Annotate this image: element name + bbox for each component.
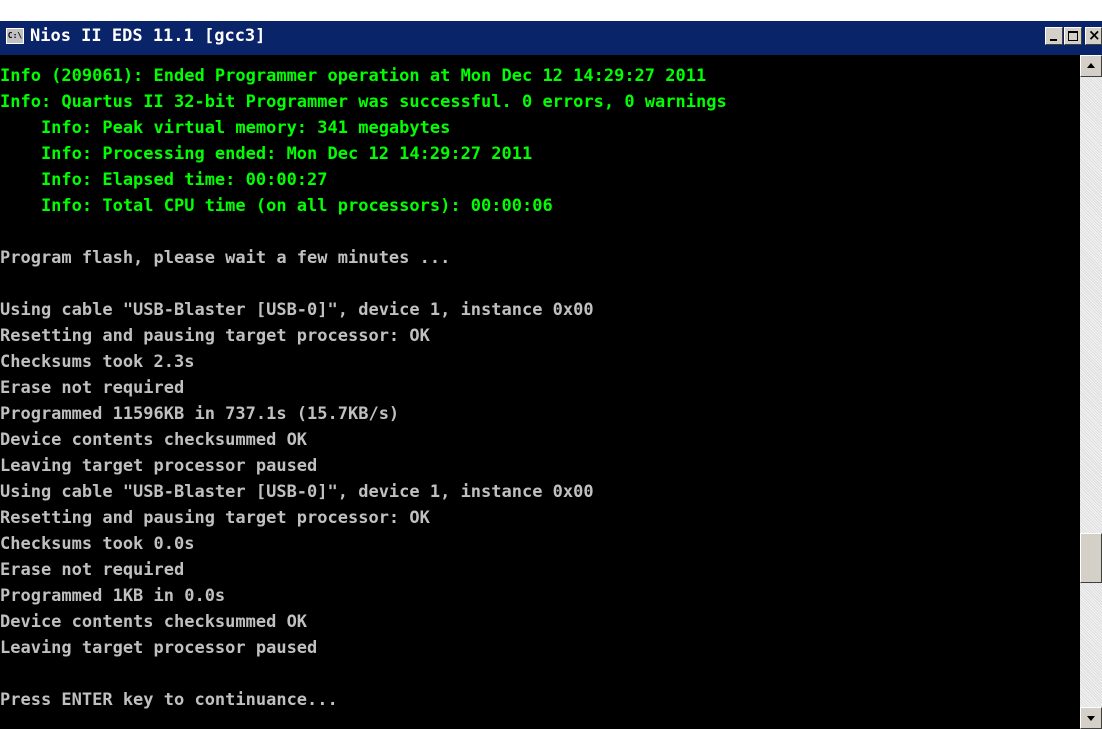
console-line: Program flash, please wait a few minutes… — [0, 248, 451, 268]
scroll-thumb[interactable] — [1080, 533, 1102, 583]
console-line: Checksums took 2.3s — [0, 352, 195, 372]
console-line: Info: Processing ended: Mon Dec 12 14:29… — [0, 144, 533, 164]
console-line: Leaving target processor paused — [0, 456, 318, 476]
minimize-button[interactable] — [1045, 27, 1063, 45]
vertical-scrollbar[interactable] — [1080, 55, 1102, 729]
console-line: Leaving target processor paused — [0, 638, 318, 658]
console-line: Info (209061): Ended Programmer operatio… — [0, 66, 707, 86]
console-line: Resetting and pausing target processor: … — [0, 508, 430, 528]
close-button[interactable]: × — [1085, 26, 1102, 45]
console-line: Device contents checksummed OK — [0, 612, 308, 632]
console-text: Info (209061): Ended Programmer operatio… — [0, 55, 1080, 713]
scroll-up-arrow-icon[interactable] — [1080, 55, 1102, 77]
console-line: Using cable "USB-Blaster [USB-0]", devic… — [0, 300, 594, 320]
console-line: Info: Elapsed time: 00:00:27 — [0, 170, 328, 190]
console-line: Programmed 11596KB in 737.1s (15.7KB/s) — [0, 404, 400, 424]
console-line: Info: Quartus II 32-bit Programmer was s… — [0, 92, 727, 112]
console-output[interactable]: Info (209061): Ended Programmer operatio… — [0, 55, 1080, 729]
console-line: Erase not required — [0, 560, 185, 580]
console-line: Erase not required — [0, 378, 185, 398]
console-line: Programmed 1KB in 0.0s — [0, 586, 226, 606]
window-title: Nios II EDS 11.1 [gcc3] — [30, 26, 266, 46]
console-line: Using cable "USB-Blaster [USB-0]", devic… — [0, 482, 594, 502]
console-line: Resetting and pausing target processor: … — [0, 326, 430, 346]
console-app-icon[interactable]: C:\ — [6, 28, 24, 44]
console-line: Info: Peak virtual memory: 341 megabytes — [0, 118, 451, 138]
title-bar[interactable]: C:\ Nios II EDS 11.1 [gcc3] × — [0, 21, 1102, 55]
console-line: Checksums took 0.0s — [0, 534, 195, 554]
maximize-button[interactable] — [1064, 27, 1082, 45]
scroll-down-arrow-icon[interactable] — [1080, 707, 1102, 729]
close-icon: × — [1088, 26, 1101, 44]
console-line: Device contents checksummed OK — [0, 430, 308, 450]
console-line: Press ENTER key to continuance... — [0, 690, 338, 710]
console-line: Info: Total CPU time (on all processors)… — [0, 196, 553, 216]
